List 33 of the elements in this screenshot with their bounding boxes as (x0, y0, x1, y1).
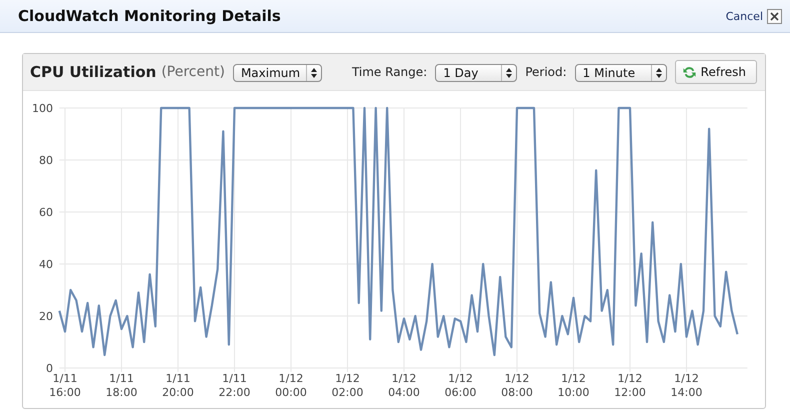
axis-label: 1/11 20:00 (162, 372, 194, 399)
axis-label: 1/12 06:00 (444, 372, 476, 399)
dialog-title: CloudWatch Monitoring Details (18, 7, 282, 25)
axis-label: 1/12 10:00 (558, 372, 590, 399)
updown-arrows-icon (656, 68, 662, 78)
axis-label: 1/12 00:00 (275, 372, 307, 399)
axis-label: 0 (46, 362, 53, 375)
axis-label: 20 (39, 310, 53, 323)
updown-arrows-icon (311, 68, 318, 78)
unit-label: (Percent) (161, 64, 225, 80)
axis-label: 1/11 22:00 (218, 372, 250, 399)
axis-label: 1/12 08:00 (501, 372, 533, 399)
axis-label: 1/12 14:00 (670, 372, 702, 399)
period-label: Period: (525, 65, 567, 79)
refresh-icon (682, 64, 697, 80)
updown-arrows-icon (506, 68, 512, 78)
chart-title: CPU Utilization (30, 63, 156, 81)
axis-label: 1/11 16:00 (49, 372, 81, 399)
axis-label: 1/12 04:00 (388, 372, 420, 399)
axis-label: 100 (32, 102, 53, 115)
time-range-label: Time Range: (352, 65, 428, 79)
axis-label: 1/12 12:00 (614, 372, 646, 399)
dropdown[interactable]: 1 Minute (574, 64, 667, 82)
close-icon[interactable] (767, 8, 782, 24)
axis-label: 40 (39, 258, 53, 271)
refresh-button[interactable]: Refresh (674, 60, 757, 84)
dropdown[interactable]: 1 Day (435, 64, 518, 82)
axis-label: 60 (39, 206, 53, 219)
cancel-link[interactable]: Cancel (726, 10, 763, 22)
axis-label: 80 (39, 154, 53, 167)
axis-label: 1/12 02:00 (332, 372, 364, 399)
axis-label: 1/11 18:00 (106, 372, 138, 399)
dropdown[interactable]: Maximum (232, 64, 322, 82)
